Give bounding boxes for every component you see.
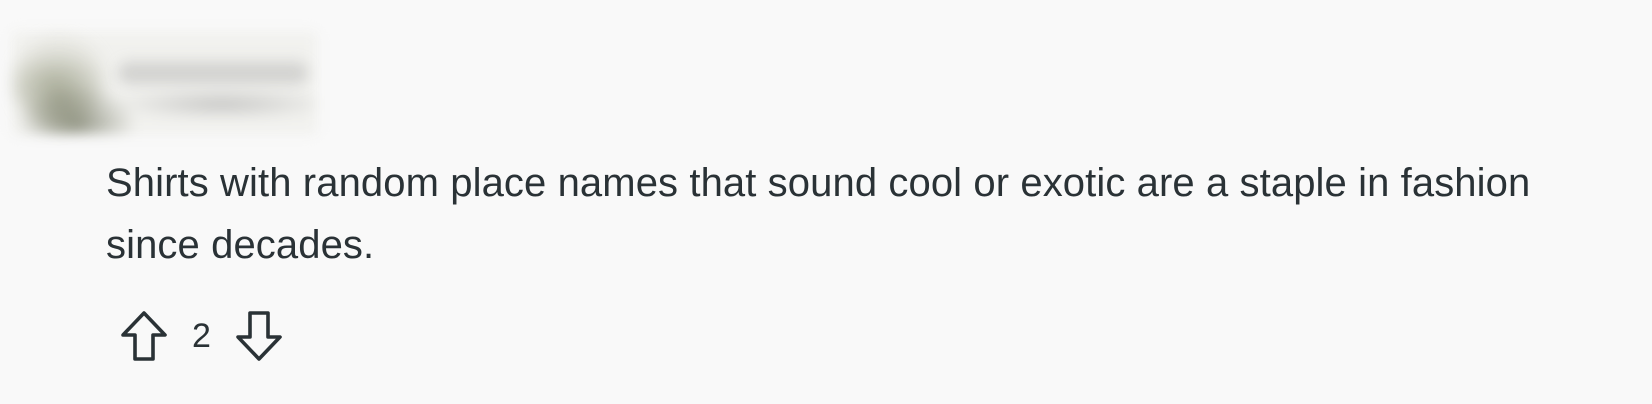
comment-body: Shirts with random place names that soun… — [106, 161, 1531, 267]
avatar[interactable] — [14, 36, 104, 128]
comment-actions: 2 — [118, 308, 285, 364]
upvote-button[interactable] — [118, 308, 170, 364]
downvote-button[interactable] — [233, 308, 285, 364]
comment: Shirts with random place names that soun… — [0, 0, 1652, 404]
arrow-down-icon — [236, 311, 282, 361]
username-redacted[interactable] — [118, 62, 308, 84]
arrow-up-icon — [121, 311, 167, 361]
vote-score: 2 — [192, 317, 211, 355]
